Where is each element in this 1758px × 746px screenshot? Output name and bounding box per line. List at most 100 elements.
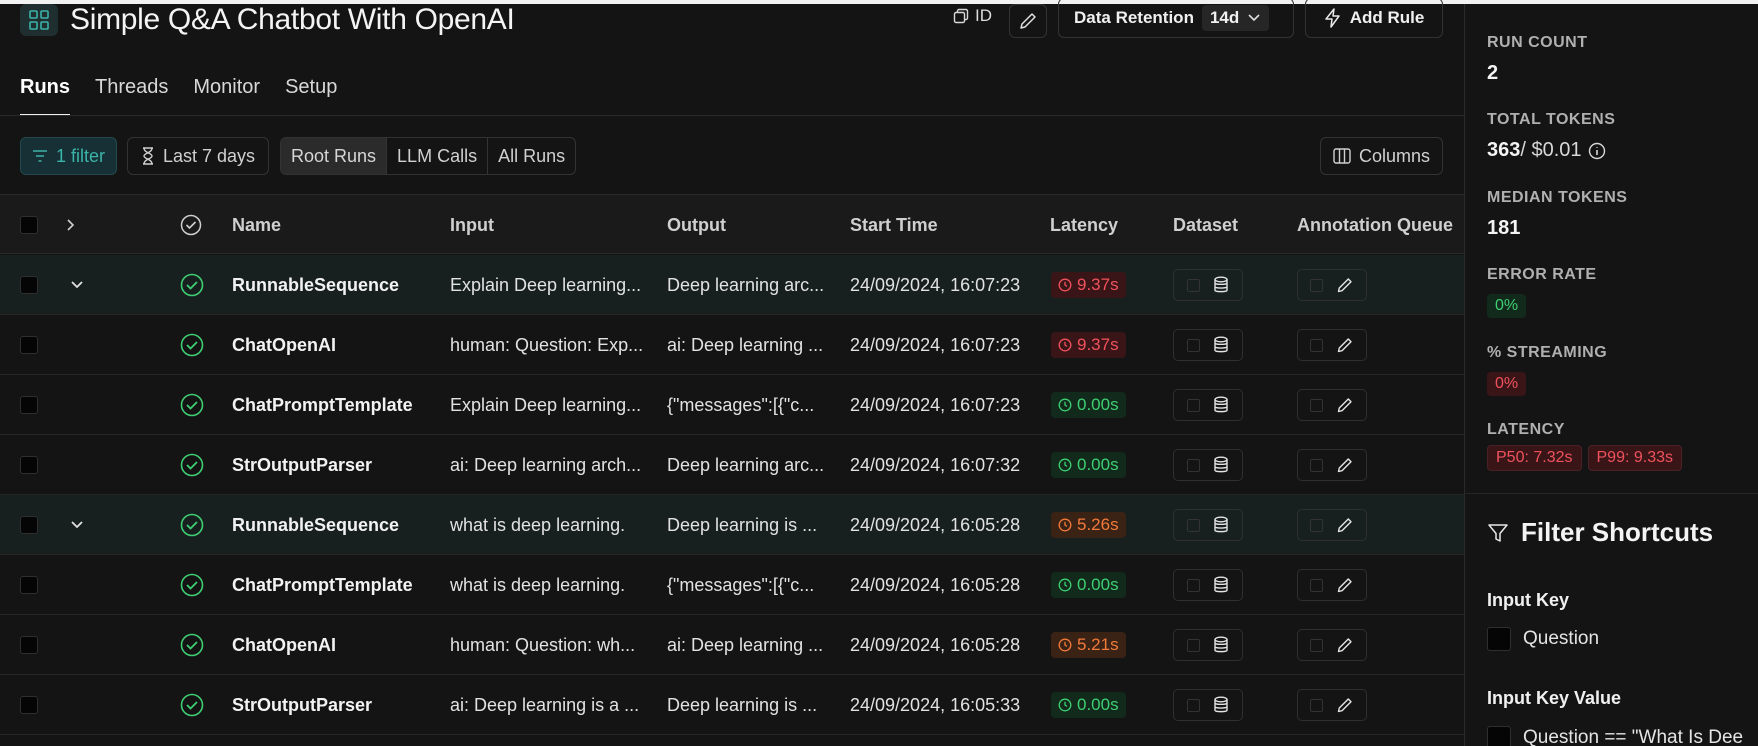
- pencil-icon[interactable]: [1336, 276, 1354, 294]
- dataset-checkbox[interactable]: [1186, 338, 1200, 352]
- tab-threads[interactable]: Threads: [95, 76, 168, 116]
- add-to-dataset-button[interactable]: [1173, 329, 1243, 361]
- annotation-checkbox[interactable]: [1310, 578, 1324, 592]
- pencil-icon[interactable]: [1336, 516, 1354, 534]
- add-to-dataset-button[interactable]: [1173, 389, 1243, 421]
- row-checkbox[interactable]: [20, 696, 38, 714]
- add-to-dataset-button[interactable]: [1173, 509, 1243, 541]
- row-checkbox[interactable]: [20, 636, 38, 654]
- row-checkbox[interactable]: [20, 396, 38, 414]
- table-row[interactable]: ChatPromptTemplate what is deep learning.…: [0, 555, 1464, 615]
- dataset-checkbox[interactable]: [1186, 278, 1200, 292]
- columns-button[interactable]: Columns: [1320, 137, 1443, 175]
- run-name[interactable]: StrOutputParser: [232, 675, 437, 735]
- add-to-dataset-button[interactable]: [1173, 689, 1243, 721]
- add-to-annotation-queue-button[interactable]: [1297, 509, 1367, 541]
- run-name[interactable]: StrOutputParser: [232, 435, 437, 495]
- annotation-checkbox[interactable]: [1310, 338, 1324, 352]
- annotation-checkbox[interactable]: [1310, 458, 1324, 472]
- column-header-annotation-queue[interactable]: Annotation Queue: [1297, 195, 1453, 255]
- input-key-value-option[interactable]: Question == "What Is Dee: [1487, 726, 1743, 746]
- tab-setup[interactable]: Setup: [285, 76, 337, 116]
- segment-root-runs[interactable]: Root Runs: [281, 138, 388, 174]
- pencil-icon[interactable]: [1336, 636, 1354, 654]
- pencil-icon[interactable]: [1336, 456, 1354, 474]
- database-icon[interactable]: [1213, 696, 1229, 714]
- add-to-annotation-queue-button[interactable]: [1297, 329, 1367, 361]
- input-key-value-checkbox[interactable]: [1487, 726, 1511, 746]
- add-to-annotation-queue-button[interactable]: [1297, 389, 1367, 421]
- add-rule-button[interactable]: Add Rule: [1305, 0, 1443, 38]
- run-name[interactable]: ChatOpenAI: [232, 315, 437, 375]
- annotation-checkbox[interactable]: [1310, 698, 1324, 712]
- time-range-button[interactable]: Last 7 days: [127, 137, 269, 175]
- dataset-checkbox[interactable]: [1186, 698, 1200, 712]
- tab-monitor[interactable]: Monitor: [193, 76, 260, 116]
- copy-id-button[interactable]: ID: [953, 6, 992, 26]
- column-header-latency[interactable]: Latency: [1050, 195, 1118, 255]
- row-checkbox[interactable]: [20, 456, 38, 474]
- retention-dropdown[interactable]: 14d: [1201, 5, 1270, 31]
- table-row[interactable]: ChatOpenAI human: Question: Exp... ai: Dee…: [0, 315, 1464, 375]
- expand-row-button[interactable]: [70, 255, 84, 315]
- run-name[interactable]: RunnableSequence: [232, 495, 437, 555]
- add-to-annotation-queue-button[interactable]: [1297, 629, 1367, 661]
- database-icon[interactable]: [1213, 276, 1229, 294]
- run-name[interactable]: ChatPromptTemplate: [232, 555, 437, 615]
- table-row[interactable]: ChatOpenAI human: Question: wh... ai: Deep…: [0, 615, 1464, 675]
- dataset-checkbox[interactable]: [1186, 518, 1200, 532]
- table-row[interactable]: StrOutputParser ai: Deep learning arch...…: [0, 435, 1464, 495]
- column-header-input[interactable]: Input: [450, 195, 494, 255]
- pencil-icon[interactable]: [1336, 396, 1354, 414]
- column-header-dataset[interactable]: Dataset: [1173, 195, 1238, 255]
- input-key-option[interactable]: Question: [1487, 627, 1599, 651]
- database-icon[interactable]: [1213, 636, 1229, 654]
- database-icon[interactable]: [1213, 336, 1229, 354]
- annotation-checkbox[interactable]: [1310, 518, 1324, 532]
- add-to-annotation-queue-button[interactable]: [1297, 569, 1367, 601]
- dataset-checkbox[interactable]: [1186, 398, 1200, 412]
- filter-button[interactable]: 1 filter: [20, 137, 117, 175]
- select-all-checkbox[interactable]: [20, 216, 38, 234]
- run-name[interactable]: ChatOpenAI: [232, 615, 437, 675]
- expand-all-button[interactable]: [66, 195, 76, 255]
- annotation-checkbox[interactable]: [1310, 638, 1324, 652]
- database-icon[interactable]: [1213, 576, 1229, 594]
- annotation-checkbox[interactable]: [1310, 278, 1324, 292]
- add-to-dataset-button[interactable]: [1173, 269, 1243, 301]
- annotation-checkbox[interactable]: [1310, 398, 1324, 412]
- column-header-name[interactable]: Name: [232, 195, 281, 255]
- database-icon[interactable]: [1213, 396, 1229, 414]
- column-header-start-time[interactable]: Start Time: [850, 195, 938, 255]
- tab-runs[interactable]: Runs: [20, 76, 70, 116]
- pencil-icon[interactable]: [1336, 696, 1354, 714]
- run-name[interactable]: RunnableSequence: [232, 255, 437, 315]
- add-to-annotation-queue-button[interactable]: [1297, 269, 1367, 301]
- segment-llm-calls[interactable]: LLM Calls: [387, 138, 489, 174]
- dataset-checkbox[interactable]: [1186, 638, 1200, 652]
- run-name[interactable]: ChatPromptTemplate: [232, 375, 437, 435]
- edit-project-button[interactable]: [1009, 4, 1047, 38]
- table-row[interactable]: RunnableSequence what is deep learning. De…: [0, 495, 1464, 555]
- input-key-checkbox[interactable]: [1487, 627, 1511, 651]
- add-to-dataset-button[interactable]: [1173, 629, 1243, 661]
- pencil-icon[interactable]: [1336, 336, 1354, 354]
- add-to-annotation-queue-button[interactable]: [1297, 689, 1367, 721]
- expand-row-button[interactable]: [70, 495, 84, 555]
- table-row[interactable]: RunnableSequence Explain Deep learning...…: [0, 255, 1464, 315]
- info-icon[interactable]: [1588, 142, 1606, 160]
- dataset-checkbox[interactable]: [1186, 458, 1200, 472]
- row-checkbox[interactable]: [20, 336, 38, 354]
- table-row[interactable]: StrOutputParser ai: Deep learning is a ..…: [0, 675, 1464, 735]
- column-header-output[interactable]: Output: [667, 195, 726, 255]
- add-to-dataset-button[interactable]: [1173, 569, 1243, 601]
- add-to-annotation-queue-button[interactable]: [1297, 449, 1367, 481]
- pencil-icon[interactable]: [1336, 576, 1354, 594]
- row-checkbox[interactable]: [20, 576, 38, 594]
- add-to-dataset-button[interactable]: [1173, 449, 1243, 481]
- database-icon[interactable]: [1213, 516, 1229, 534]
- dataset-checkbox[interactable]: [1186, 578, 1200, 592]
- database-icon[interactable]: [1213, 456, 1229, 474]
- row-checkbox[interactable]: [20, 516, 38, 534]
- segment-all-runs[interactable]: All Runs: [488, 138, 575, 174]
